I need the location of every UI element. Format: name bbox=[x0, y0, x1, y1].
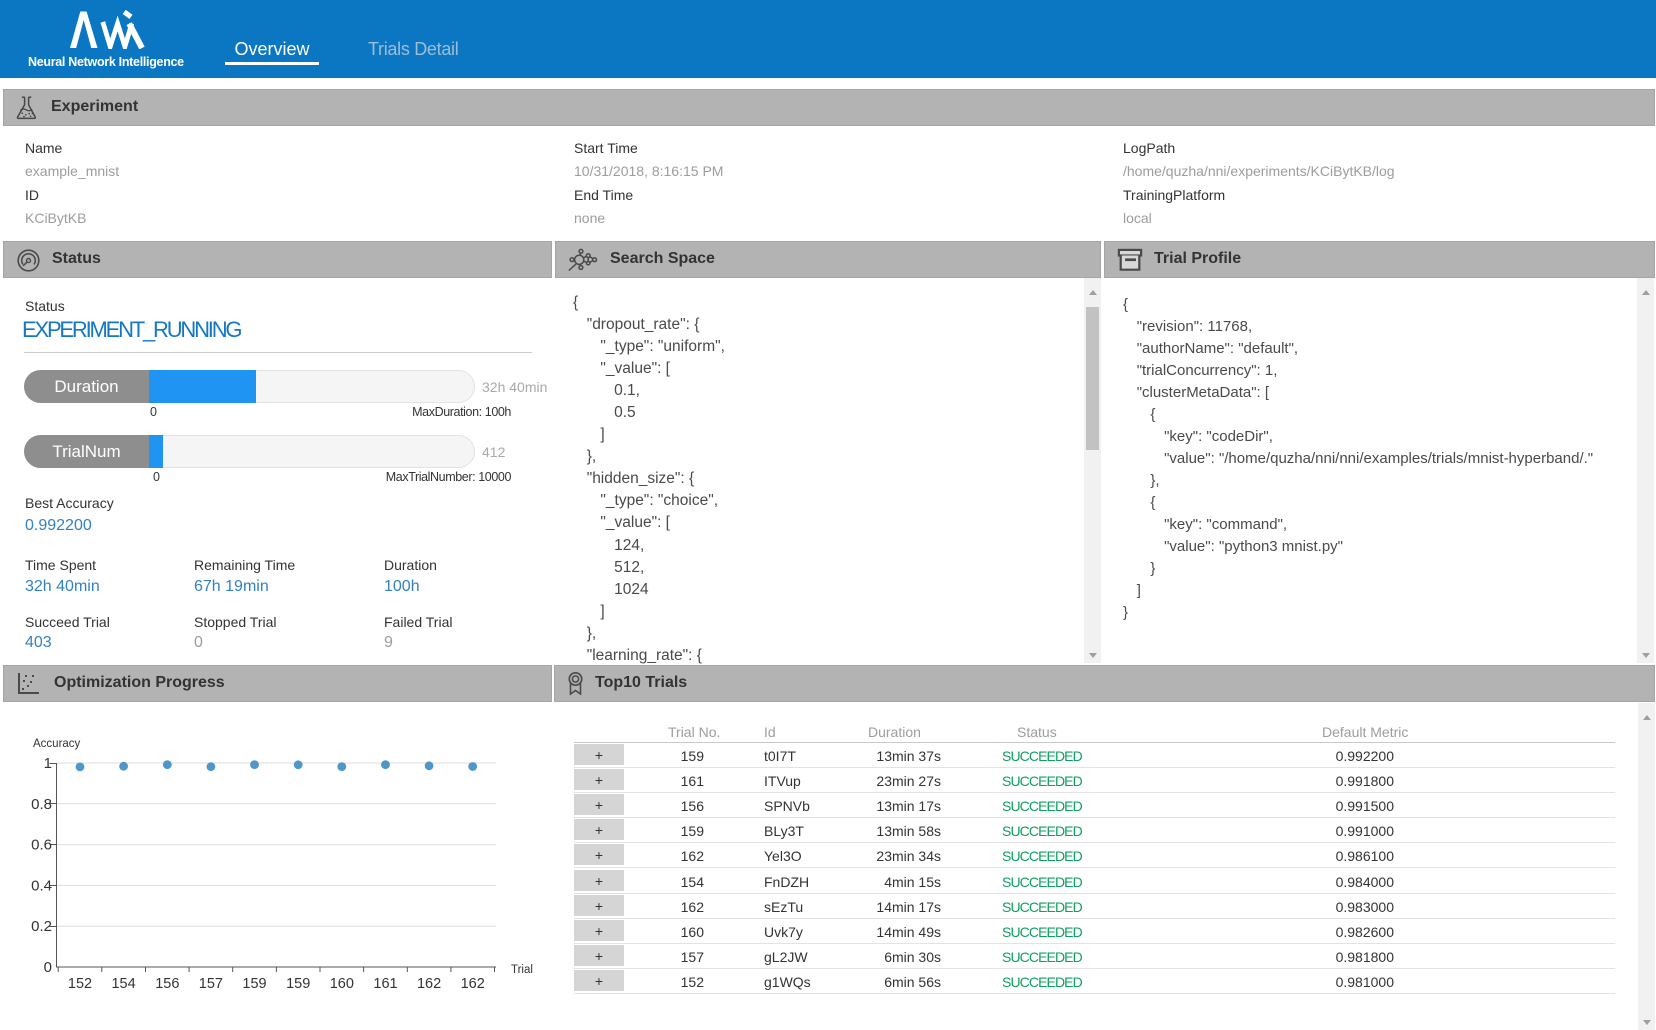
svg-text:160: 160 bbox=[330, 976, 354, 992]
svg-text:152: 152 bbox=[68, 976, 92, 992]
svg-text:Trial: Trial bbox=[511, 964, 533, 976]
svg-text:159: 159 bbox=[242, 976, 266, 992]
svg-text:0: 0 bbox=[44, 959, 52, 976]
svg-text:0.4: 0.4 bbox=[31, 877, 52, 894]
svg-text:0.8: 0.8 bbox=[31, 796, 52, 813]
svg-text:1: 1 bbox=[44, 755, 52, 772]
svg-text:0.2: 0.2 bbox=[31, 918, 52, 935]
svg-text:162: 162 bbox=[417, 976, 441, 992]
svg-text:162: 162 bbox=[461, 976, 485, 992]
svg-text:161: 161 bbox=[373, 976, 397, 992]
svg-text:154: 154 bbox=[111, 976, 135, 992]
svg-text:157: 157 bbox=[199, 976, 223, 992]
svg-text:Accuracy: Accuracy bbox=[33, 738, 81, 750]
svg-text:159: 159 bbox=[286, 976, 310, 992]
svg-text:0.6: 0.6 bbox=[31, 837, 52, 854]
svg-text:156: 156 bbox=[155, 976, 179, 992]
